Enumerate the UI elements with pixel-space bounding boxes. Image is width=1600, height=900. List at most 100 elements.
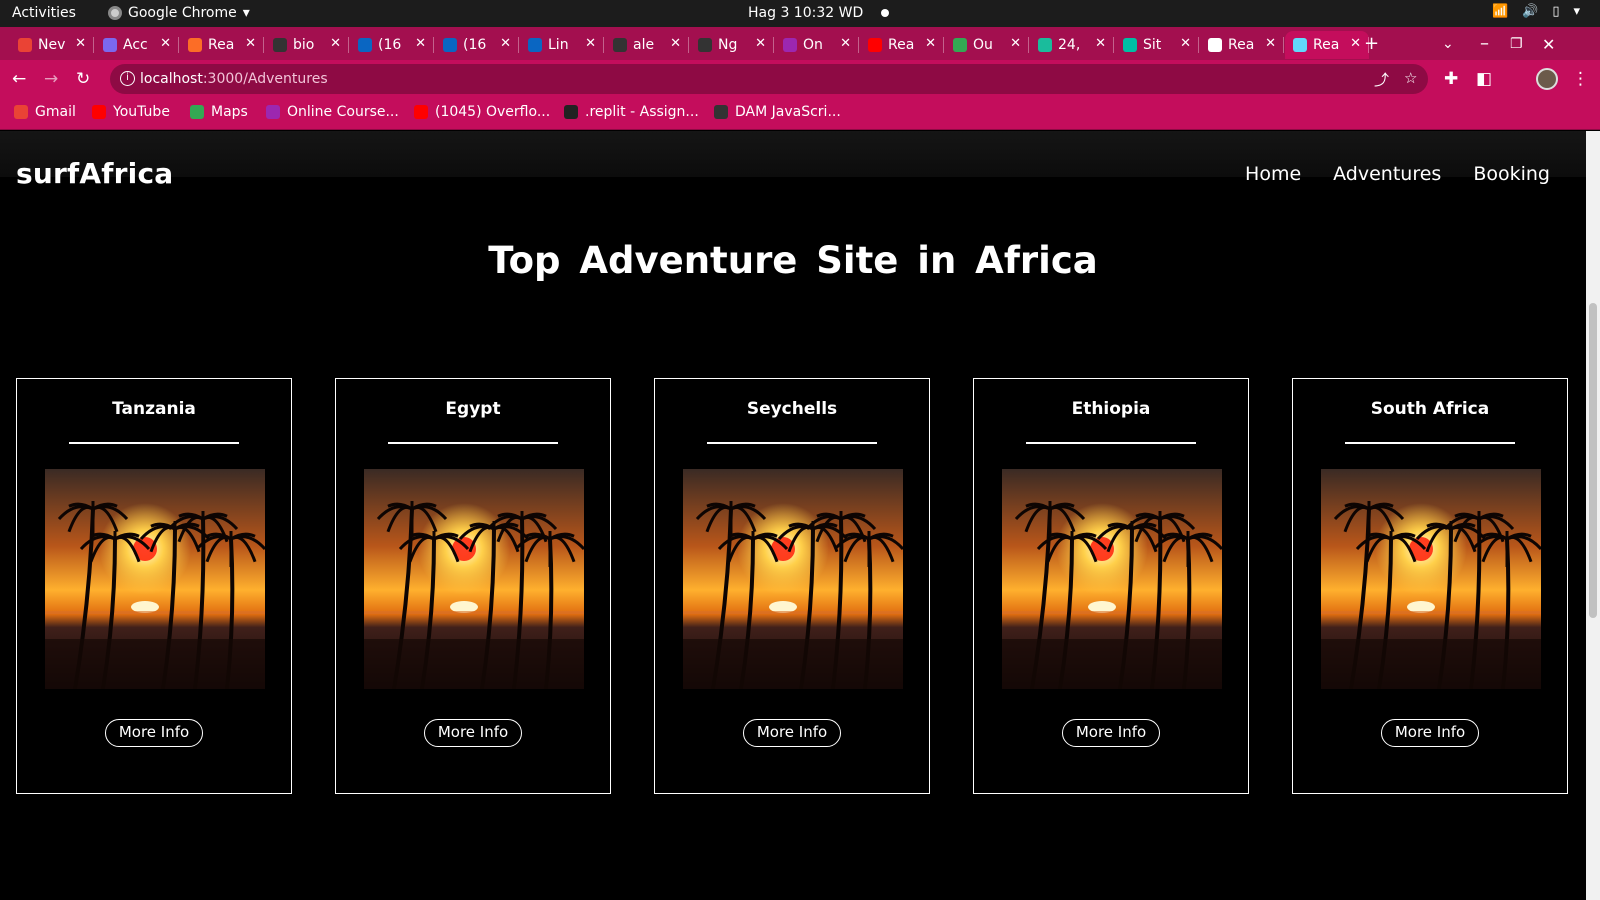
browser-tab[interactable]: Acc ✕ — [95, 31, 179, 59]
volume-icon: 🔊 — [1522, 4, 1539, 19]
profile-avatar[interactable] — [1536, 68, 1558, 90]
close-tab-icon[interactable]: ✕ — [415, 36, 426, 51]
github-icon — [613, 38, 627, 52]
more-info-button[interactable]: More Info — [1062, 719, 1160, 747]
wifi-icon: 📶 — [1491, 4, 1509, 19]
more-info-button[interactable]: More Info — [743, 719, 841, 747]
scrollbar-thumb[interactable] — [1589, 303, 1597, 618]
close-tab-icon[interactable]: ✕ — [500, 36, 511, 51]
sunset-photo-image — [683, 469, 903, 689]
bookmark-item[interactable]: YouTube — [92, 104, 170, 120]
gmail-icon — [18, 38, 32, 52]
tab-separator — [688, 37, 689, 53]
bookmark-star-icon[interactable]: ☆ — [1404, 69, 1417, 87]
close-tab-icon[interactable]: ✕ — [1265, 36, 1276, 51]
d-icon — [1038, 38, 1052, 52]
browser-tab[interactable]: bio ✕ — [265, 31, 349, 59]
close-tab-icon[interactable]: ✕ — [840, 36, 851, 51]
card-title: Ethiopia — [1071, 399, 1151, 419]
tab-separator — [1113, 37, 1114, 53]
browser-tab[interactable]: ale ✕ — [605, 31, 689, 59]
browser-tab[interactable]: Lin ✕ — [520, 31, 604, 59]
adventure-card: South Africa More Info — [1292, 378, 1568, 794]
nav-adventures[interactable]: Adventures — [1333, 163, 1441, 185]
site-info-icon[interactable]: i — [120, 71, 135, 86]
reload-icon[interactable]: ↻ — [76, 69, 90, 89]
card-title: Tanzania — [112, 399, 196, 419]
tab-label: Acc — [123, 37, 148, 53]
bookmark-item[interactable]: (1045) Overflo... — [414, 104, 550, 120]
forward-icon[interactable]: → — [44, 69, 58, 89]
close-tab-icon[interactable]: ✕ — [670, 36, 681, 51]
url-host: localhost — [140, 71, 203, 87]
course-icon — [266, 105, 280, 119]
share-icon[interactable]: ⤴ — [1374, 69, 1389, 90]
browser-tab[interactable]: Rea ✕ — [180, 31, 264, 59]
close-tab-icon[interactable]: ✕ — [330, 36, 341, 51]
close-tab-icon[interactable]: ✕ — [160, 36, 171, 51]
tab-search-icon[interactable]: ⌄ — [1442, 36, 1454, 52]
tab-label: (16 — [463, 37, 487, 53]
close-tab-icon[interactable]: ✕ — [75, 36, 86, 51]
nav-home[interactable]: Home — [1245, 163, 1301, 185]
close-tab-icon[interactable]: ✕ — [1180, 36, 1191, 51]
new-tab-button[interactable]: + — [1364, 33, 1379, 54]
close-window-icon[interactable]: ✕ — [1542, 35, 1555, 54]
tab-separator — [1283, 37, 1284, 53]
address-bar[interactable]: i localhost:3000/Adventures ⤴ ☆ — [110, 64, 1428, 94]
browser-tab[interactable]: Ou ✕ — [945, 31, 1029, 59]
minimize-icon[interactable]: – — [1480, 33, 1489, 54]
side-panel-icon[interactable]: ◧ — [1476, 69, 1492, 89]
page-title: Top Adventure Site in Africa — [488, 239, 1098, 282]
clock[interactable]: Hag 3 10:32 WD — [748, 5, 890, 21]
close-tab-icon[interactable]: ✕ — [245, 36, 256, 51]
close-tab-icon[interactable]: ✕ — [585, 36, 596, 51]
more-info-button[interactable]: More Info — [105, 719, 203, 747]
menu-kebab-icon[interactable]: ⋮ — [1572, 69, 1589, 89]
browser-tab[interactable]: Rea ✕ — [1200, 31, 1284, 59]
browser-tab[interactable]: Nev ✕ — [10, 31, 94, 59]
card-divider — [707, 442, 877, 444]
os-top-bar: Activities Google Chrome ▾ Hag 3 10:32 W… — [0, 0, 1600, 27]
tab-separator — [1028, 37, 1029, 53]
extensions-icon[interactable]: ✚ — [1444, 69, 1458, 89]
close-tab-icon[interactable]: ✕ — [1350, 36, 1361, 51]
site-logo[interactable]: surfAfrica — [16, 157, 173, 190]
close-tab-icon[interactable]: ✕ — [1010, 36, 1021, 51]
tab-separator — [433, 37, 434, 53]
system-tray[interactable]: 📶 🔊 ▯ ▾ — [1492, 4, 1580, 19]
card-divider — [1026, 442, 1196, 444]
close-tab-icon[interactable]: ✕ — [1095, 36, 1106, 51]
card-photo — [1321, 469, 1541, 689]
close-tab-icon[interactable]: ✕ — [755, 36, 766, 51]
browser-tab[interactable]: Rea ✕ — [860, 31, 944, 59]
bookmark-item[interactable]: .replit - Assign... — [564, 104, 699, 120]
close-tab-icon[interactable]: ✕ — [925, 36, 936, 51]
github-icon — [273, 38, 287, 52]
browser-tab[interactable]: (16 ✕ — [435, 31, 519, 59]
bookmark-item[interactable]: Online Course... — [266, 104, 399, 120]
scrollbar[interactable] — [1586, 131, 1600, 900]
browser-tab[interactable]: Rea ✕ — [1285, 31, 1369, 59]
browser-tab[interactable]: Ng ✕ — [690, 31, 774, 59]
browser-tab[interactable]: (16 ✕ — [350, 31, 434, 59]
diamond-icon — [1123, 38, 1137, 52]
more-info-button[interactable]: More Info — [1381, 719, 1479, 747]
tab-label: Ng — [718, 37, 738, 53]
tab-separator — [943, 37, 944, 53]
tab-strip: Nev ✕ Acc ✕ Rea ✕ bio ✕ (16 ✕ (16 ✕ Lin ✕ ale ✕ Ng ✕ On ✕ Re… — [0, 27, 1600, 60]
nav-booking[interactable]: Booking — [1473, 163, 1550, 185]
app-menu[interactable]: Google Chrome ▾ — [108, 5, 250, 21]
more-info-button[interactable]: More Info — [424, 719, 522, 747]
tab-label: Rea — [888, 37, 915, 53]
browser-tab[interactable]: On ✕ — [775, 31, 859, 59]
activities-button[interactable]: Activities — [12, 5, 76, 21]
restore-icon[interactable]: ❐ — [1510, 36, 1523, 52]
tab-label: Ou — [973, 37, 993, 53]
bookmark-item[interactable]: Gmail — [14, 104, 76, 120]
bookmark-item[interactable]: DAM JavaScri... — [714, 104, 841, 120]
browser-tab[interactable]: 24, ✕ — [1030, 31, 1114, 59]
back-icon[interactable]: ← — [12, 69, 26, 89]
bookmark-item[interactable]: Maps — [190, 104, 248, 120]
browser-tab[interactable]: Sit ✕ — [1115, 31, 1199, 59]
